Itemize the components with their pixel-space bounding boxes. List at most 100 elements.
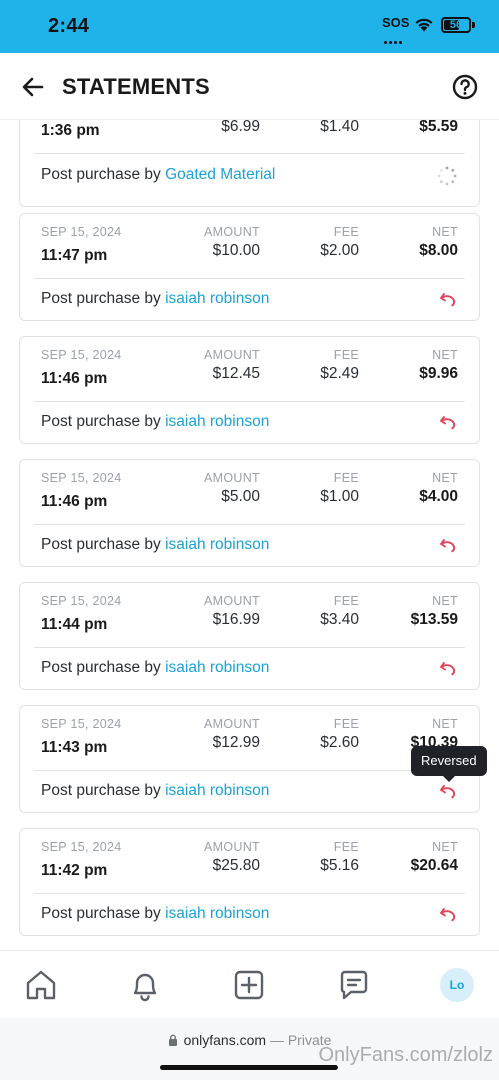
net-label: NET (432, 594, 458, 608)
entry-net: $8.00 (419, 242, 458, 259)
entry-amount: $25.80 (212, 857, 260, 874)
avatar[interactable]: Lo (440, 968, 474, 1002)
statement-card-partial: 1:36 pm $6.99 $1.40 $5.59 Post purchase … (19, 120, 480, 207)
loading-icon (437, 166, 457, 186)
statement-card: SEP 15, 2024 11:42 pm AMOUNT $25.80 FEE … (19, 828, 480, 936)
entry-date: SEP 15, 2024 (41, 594, 122, 608)
entry-amount: $5.00 (221, 488, 260, 505)
fee-label: FEE (333, 594, 359, 608)
help-icon[interactable] (452, 74, 478, 100)
entry-description: Post purchase by isaiah robinson (41, 905, 270, 922)
entry-time: 11:46 pm (41, 493, 108, 510)
entry-description: Post purchase by isaiah robinson (41, 290, 270, 307)
reverse-icon[interactable] (439, 414, 457, 430)
fee-label: FEE (333, 471, 359, 485)
fee-label: FEE (333, 348, 359, 362)
entry-net: $9.96 (419, 365, 458, 382)
entry-description: Post purchase by Goated Material (41, 166, 276, 183)
fee-label: FEE (333, 717, 359, 731)
entry-time: 11:47 pm (41, 247, 108, 264)
entry-date: SEP 15, 2024 (41, 840, 122, 854)
status-bar: 2:44 SOS 56 (0, 0, 499, 53)
user-link[interactable]: isaiah robinson (165, 536, 269, 553)
watermark: OnlyFans.com/zlolz (318, 1044, 494, 1066)
amount-label: AMOUNT (204, 225, 260, 239)
entry-fee: $3.40 (320, 611, 359, 628)
url-text: onlyfans.com (183, 1032, 267, 1048)
entry-fee: $1.00 (320, 488, 359, 505)
add-post-icon[interactable] (231, 967, 267, 1003)
entry-date: SEP 15, 2024 (41, 348, 122, 362)
entry-net: $4.00 (419, 488, 458, 505)
user-link[interactable]: isaiah robinson (165, 413, 269, 430)
entry-fee: $2.60 (320, 734, 359, 751)
entry-fee: $1.40 (320, 120, 359, 135)
statement-card: SEP 15, 2024 11:44 pm AMOUNT $16.99 FEE … (19, 582, 480, 690)
user-link[interactable]: isaiah robinson (165, 659, 269, 676)
entry-amount: $10.00 (212, 242, 260, 259)
user-link[interactable]: Goated Material (165, 166, 275, 183)
entry-amount: $12.45 (212, 365, 260, 382)
back-arrow-icon[interactable] (20, 74, 46, 100)
statements-list[interactable]: 1:36 pm $6.99 $1.40 $5.59 Post purchase … (0, 120, 499, 950)
home-indicator[interactable] (160, 1065, 338, 1070)
entry-time: 11:43 pm (41, 739, 108, 756)
entry-net: $13.59 (410, 611, 458, 628)
user-link[interactable]: isaiah robinson (165, 782, 269, 799)
net-label: NET (432, 717, 458, 731)
entry-time: 11:42 pm (41, 862, 108, 879)
reverse-icon[interactable] (439, 783, 457, 799)
battery-icon: 56 (441, 17, 471, 33)
amount-label: AMOUNT (204, 840, 260, 854)
entry-net: $5.59 (419, 120, 458, 135)
user-link[interactable]: isaiah robinson (165, 290, 269, 307)
statement-card: SEP 15, 2024 11:47 pm AMOUNT $10.00 FEE … (19, 213, 480, 321)
reverse-icon[interactable] (439, 291, 457, 307)
status-time: 2:44 (48, 15, 90, 37)
sos-indicator: SOS (382, 15, 410, 30)
entry-date: SEP 15, 2024 (41, 471, 122, 485)
entry-fee: $5.16 (320, 857, 359, 874)
entry-date: SEP 15, 2024 (41, 717, 122, 731)
signal-dots-icon (384, 31, 406, 44)
reverse-icon[interactable] (439, 906, 457, 922)
statement-card: SEP 15, 2024 11:46 pm AMOUNT $5.00 FEE $… (19, 459, 480, 567)
net-label: NET (432, 471, 458, 485)
wifi-icon (415, 18, 433, 32)
page-title: STATEMENTS (62, 74, 210, 99)
entry-amount: $16.99 (212, 611, 260, 628)
amount-label: AMOUNT (204, 594, 260, 608)
entry-amount: $12.99 (212, 734, 260, 751)
battery-level: 56 (449, 19, 463, 31)
entry-amount: $6.99 (221, 120, 260, 135)
battery-tip (472, 22, 475, 28)
app-header: STATEMENTS (0, 53, 499, 120)
reverse-icon[interactable] (439, 537, 457, 553)
lock-icon (168, 1034, 177, 1046)
entry-net: $20.64 (410, 857, 458, 874)
amount-label: AMOUNT (204, 348, 260, 362)
entry-time: 1:36 pm (41, 122, 100, 139)
fee-label: FEE (333, 225, 359, 239)
net-label: NET (432, 840, 458, 854)
home-icon[interactable] (23, 967, 59, 1003)
net-label: NET (432, 225, 458, 239)
entry-time: 11:46 pm (41, 370, 108, 387)
fee-label: FEE (333, 840, 359, 854)
entry-description: Post purchase by isaiah robinson (41, 659, 270, 676)
net-label: NET (432, 348, 458, 362)
bottom-nav: Lo (0, 950, 499, 1018)
entry-description: Post purchase by isaiah robinson (41, 782, 270, 799)
amount-label: AMOUNT (204, 717, 260, 731)
user-link[interactable]: isaiah robinson (165, 905, 269, 922)
statement-card: SEP 15, 2024 11:46 pm AMOUNT $12.45 FEE … (19, 336, 480, 444)
reversed-tooltip: Reversed (411, 746, 487, 782)
amount-label: AMOUNT (204, 471, 260, 485)
bell-icon[interactable] (127, 967, 163, 1003)
entry-description: Post purchase by isaiah robinson (41, 536, 270, 553)
entry-date: SEP 15, 2024 (41, 225, 122, 239)
entry-fee: $2.00 (320, 242, 359, 259)
entry-description: Post purchase by isaiah robinson (41, 413, 270, 430)
reverse-icon[interactable] (439, 660, 457, 676)
messages-icon[interactable] (336, 967, 372, 1003)
